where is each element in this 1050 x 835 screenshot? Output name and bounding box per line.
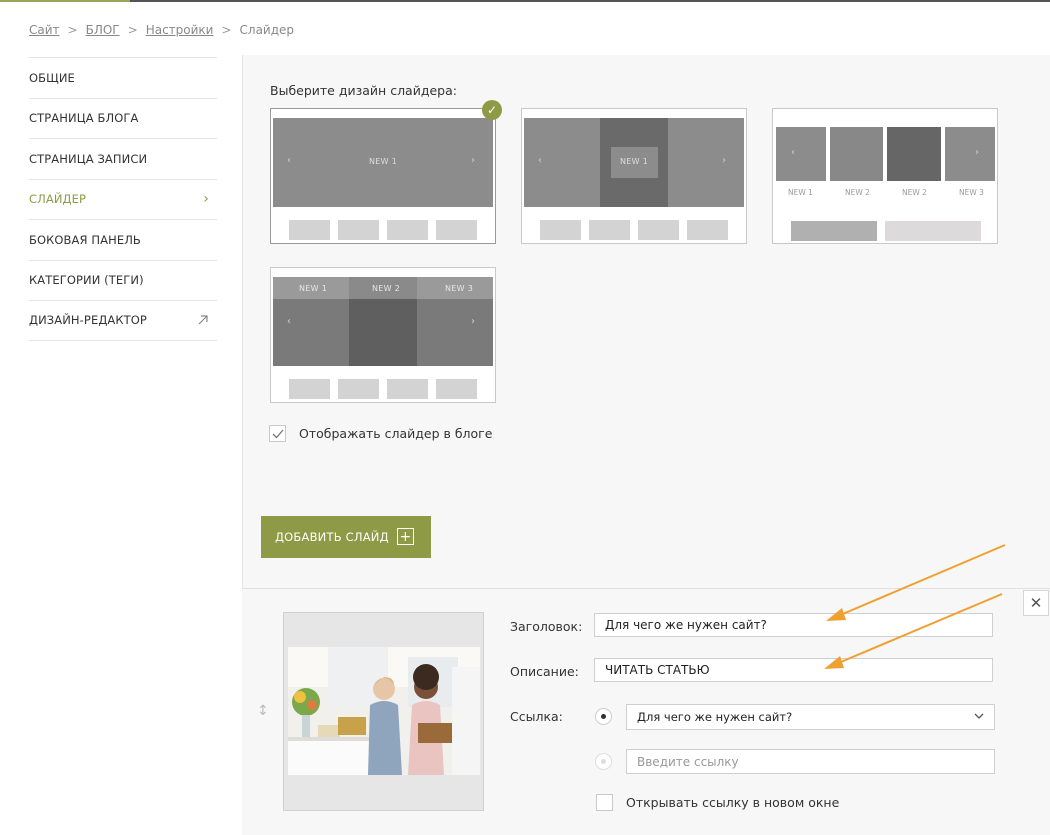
slide-image-frame[interactable] (283, 612, 484, 811)
link-radio-custom[interactable] (595, 753, 612, 770)
check-icon (272, 429, 283, 438)
breadcrumb: Сайт > БЛОГ > Настройки > Слайдер (29, 23, 294, 37)
plus-icon: + (397, 528, 414, 545)
slide-image (288, 647, 480, 775)
description-label: Описание: (510, 664, 579, 679)
design-thumb (436, 220, 477, 240)
link-url-input[interactable]: Введите ссылку (626, 749, 995, 774)
design-caption: NEW 2 (902, 188, 927, 197)
design-thumb (289, 220, 330, 240)
close-slide-button[interactable]: ✕ (1023, 590, 1049, 616)
sidebar-item-design-editor[interactable]: ДИЗАЙН-РЕДАКТОР (29, 300, 217, 341)
top-bar-line (0, 0, 1050, 2)
close-icon: ✕ (1029, 594, 1043, 612)
design-caption: NEW 1 (299, 284, 328, 293)
show-slider-option: Отображать слайдер в блоге (269, 425, 492, 442)
sidebar-item-label: ДИЗАЙН-РЕДАКТОР (29, 313, 147, 328)
design-caption: NEW 1 (788, 188, 813, 197)
radio-dot (601, 759, 606, 764)
description-input[interactable]: ЧИТАТЬ СТАТЬЮ (594, 658, 993, 682)
sidebar-item-label: СТРАНИЦА ЗАПИСИ (29, 151, 148, 166)
new-window-option: Открывать ссылку в новом окне (596, 794, 839, 811)
sidebar: ОБЩИЕ СТРАНИЦА БЛОГА СТРАНИЦА ЗАПИСИ СЛА… (29, 57, 217, 341)
design-bar (885, 221, 981, 241)
chevron-down-icon (974, 713, 984, 719)
chevron-right-icon: › (471, 316, 475, 327)
slider-design-2[interactable]: NEW 1 ‹ › (521, 108, 747, 244)
external-link-icon (198, 315, 208, 325)
link-label: Ссылка: (510, 709, 563, 724)
show-slider-label: Отображать слайдер в блоге (299, 426, 493, 441)
chevron-left-icon: ‹ (287, 155, 291, 166)
design-caption: NEW 3 (445, 284, 474, 293)
breadcrumb-current: Слайдер (239, 23, 295, 37)
slider-design-1[interactable]: ‹ › NEW 1 (270, 108, 496, 244)
new-window-checkbox[interactable] (596, 794, 613, 811)
design-caption: NEW 1 (369, 157, 398, 166)
sidebar-item-blog-page[interactable]: СТРАНИЦА БЛОГА (29, 97, 217, 139)
design-picker-label: Выберите дизайн слайдера: (270, 83, 457, 98)
link-page-select-value: Для чего же нужен сайт? (637, 710, 793, 724)
design-caption: NEW 1 (620, 157, 649, 166)
design-tile (830, 127, 883, 181)
drag-handle-icon[interactable]: ↕ (257, 703, 269, 719)
design-thumb (638, 220, 679, 240)
design-tile (776, 127, 826, 181)
chevron-left-icon: ‹ (538, 155, 542, 166)
top-bar-accent (0, 0, 130, 2)
design-thumb (338, 220, 379, 240)
show-slider-checkbox[interactable] (269, 425, 286, 442)
design-caption: NEW 2 (372, 284, 401, 293)
design-slide-center (349, 299, 417, 366)
chevron-right-icon: › (975, 147, 979, 158)
design-caption: NEW 3 (959, 188, 984, 197)
design-thumb (338, 379, 379, 399)
title-input[interactable]: Для чего же нужен сайт? (594, 613, 993, 637)
breadcrumb-link-site[interactable]: Сайт (29, 23, 60, 37)
add-slide-label: ДОБАВИТЬ СЛАЙД (275, 530, 389, 544)
design-tile (945, 127, 995, 181)
design-thumb (387, 379, 428, 399)
chevron-left-icon: ‹ (791, 147, 795, 158)
design-thumb (540, 220, 581, 240)
breadcrumb-link-settings[interactable]: Настройки (146, 23, 214, 37)
design-bar (791, 221, 877, 241)
link-page-select[interactable]: Для чего же нужен сайт? (626, 704, 995, 730)
sidebar-item-general[interactable]: ОБЩИЕ (29, 57, 217, 98)
sidebar-item-label: КАТЕГОРИИ (ТЕГИ) (29, 273, 144, 288)
sidebar-item-post-page[interactable]: СТРАНИЦА ЗАПИСИ (29, 138, 217, 179)
breadcrumb-separator: > (221, 23, 232, 37)
main-content: Выберите дизайн слайдера: ‹ › NEW 1 ✓ NE… (242, 55, 1050, 835)
sidebar-item-side-panel[interactable]: БОКОВАЯ ПАНЕЛЬ (29, 219, 217, 260)
slider-design-3[interactable]: ‹ › NEW 1 NEW 2 NEW 2 NEW 3 (772, 108, 998, 244)
design-caption: NEW 2 (845, 188, 870, 197)
sidebar-item-label: СТРАНИЦА БЛОГА (29, 111, 139, 126)
chevron-right-icon: › (471, 155, 475, 166)
chevron-left-icon: ‹ (287, 316, 291, 327)
title-label: Заголовок: (510, 619, 583, 634)
link-radio-page[interactable] (595, 708, 612, 725)
sidebar-item-categories[interactable]: КАТЕГОРИИ (ТЕГИ) (29, 259, 217, 301)
selected-check-icon: ✓ (482, 100, 502, 120)
add-slide-button[interactable]: ДОБАВИТЬ СЛАЙД + (261, 516, 431, 558)
chevron-right-icon: › (722, 155, 726, 166)
breadcrumb-separator: > (67, 23, 78, 37)
breadcrumb-link-blog[interactable]: БЛОГ (86, 23, 120, 37)
radio-dot (601, 714, 606, 719)
design-thumb (289, 379, 330, 399)
chevron-right-icon: › (203, 191, 209, 208)
design-thumb (436, 379, 477, 399)
design-thumb (387, 220, 428, 240)
breadcrumb-separator: > (127, 23, 138, 37)
sidebar-item-label: СЛАЙДЕР (29, 192, 87, 207)
design-thumb (589, 220, 630, 240)
sidebar-item-slider[interactable]: СЛАЙДЕР › (29, 178, 217, 220)
design-thumb (687, 220, 728, 240)
design-tile (887, 127, 941, 181)
slider-design-4[interactable]: NEW 1 NEW 2 NEW 3 ‹ › (270, 267, 496, 403)
new-window-label: Открывать ссылку в новом окне (626, 795, 840, 810)
sidebar-item-label: БОКОВАЯ ПАНЕЛЬ (29, 232, 141, 247)
sidebar-item-label: ОБЩИЕ (29, 70, 75, 85)
